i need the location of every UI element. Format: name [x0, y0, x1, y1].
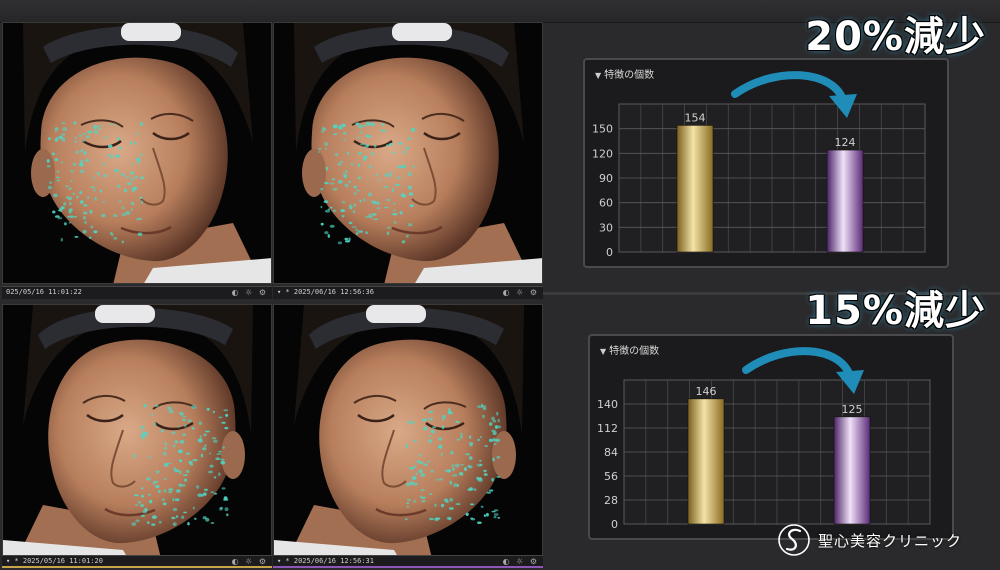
bar — [676, 125, 714, 253]
face — [48, 339, 236, 544]
toolbar-icons[interactable]: ◐ ☼ ⚙ — [503, 288, 539, 297]
reduction-heading-bottom: 15%減少 — [805, 288, 986, 334]
face-photo — [23, 23, 271, 283]
toolbar-icons[interactable]: ◐ ☼ ⚙ — [232, 288, 268, 297]
y-tick-label: 0 — [611, 518, 618, 531]
face-photo — [3, 305, 253, 565]
reduction-heading-top: 20%減少 — [805, 14, 986, 60]
photo-status-bar: ▾ * 2025/05/16 11:01:20 ◐ ☼ ⚙ — [2, 555, 272, 568]
data-label: 125 — [842, 403, 863, 416]
headband-clip — [366, 305, 426, 323]
ear — [31, 149, 55, 197]
ear — [492, 431, 516, 479]
y-tick-label: 28 — [604, 494, 618, 507]
clinic-logo-icon — [778, 524, 810, 556]
trend-arrow-icon — [731, 71, 847, 104]
clinic-logo: 聖心美容クリニック — [772, 520, 992, 560]
trend-arrow-icon — [742, 347, 854, 380]
photo-panel-after-left[interactable] — [273, 304, 543, 566]
y-tick-label: 150 — [592, 123, 613, 136]
photo-panel-before-right[interactable] — [2, 22, 272, 284]
bar — [687, 398, 725, 525]
face-photo — [294, 23, 542, 283]
y-tick-label: 90 — [599, 172, 613, 185]
timestamp: ▾ * 2025/05/16 11:01:20 — [6, 557, 103, 565]
y-tick-label: 140 — [597, 398, 618, 411]
photo-status-bar: 025/05/16 11:01:22 ◐ ☼ ⚙ — [2, 286, 272, 299]
ear — [221, 431, 245, 479]
headband-clip — [392, 23, 452, 41]
data-label: 124 — [835, 136, 856, 149]
y-tick-label: 56 — [604, 470, 618, 483]
photo-status-bar: ▾ * 2025/06/16 12:56:36 ◐ ☼ ⚙ — [273, 286, 543, 299]
bar — [833, 416, 871, 525]
data-label: 146 — [696, 385, 717, 398]
timestamp: 025/05/16 11:01:22 — [6, 288, 82, 296]
face — [40, 57, 228, 262]
face — [319, 339, 507, 544]
chart-window-bottom: ▼ 特徴の個数 0 28 56 84 112 140 146 125 — [588, 334, 954, 540]
bar-chart: 0 30 60 90 120 150 154 124 — [592, 71, 926, 259]
y-tick-label: 0 — [606, 246, 613, 259]
y-tick-label: 84 — [604, 446, 618, 459]
timestamp: ▾ * 2025/06/16 12:56:31 — [277, 557, 374, 565]
photo-panel-after-right[interactable] — [273, 22, 543, 284]
face-photo — [274, 305, 524, 565]
clinic-name: 聖心美容クリニック — [818, 532, 963, 550]
accent-underline — [2, 566, 272, 568]
toolbar-icons[interactable]: ◐ ☼ ⚙ — [503, 557, 539, 566]
face — [311, 57, 499, 262]
headband-clip — [121, 23, 181, 41]
data-label: 154 — [685, 111, 706, 124]
accent-underline — [273, 566, 543, 568]
toolbar-icons[interactable]: ◐ ☼ ⚙ — [232, 557, 268, 566]
timestamp: ▾ * 2025/06/16 12:56:36 — [277, 288, 374, 296]
photo-panel-before-left[interactable] — [2, 304, 272, 566]
y-tick-label: 112 — [597, 422, 618, 435]
bar-chart: 0 28 56 84 112 140 146 125 — [597, 347, 931, 531]
y-tick-label: 30 — [599, 221, 613, 234]
headband-clip — [95, 305, 155, 323]
chart-window-top: ▼ 特徴の個数 0 30 60 90 120 150 154 124 — [583, 58, 949, 268]
y-tick-label: 120 — [592, 147, 613, 160]
y-tick-label: 60 — [599, 197, 613, 210]
photo-status-bar: ▾ * 2025/06/16 12:56:31 ◐ ☼ ⚙ — [273, 555, 543, 568]
bar — [826, 149, 864, 253]
